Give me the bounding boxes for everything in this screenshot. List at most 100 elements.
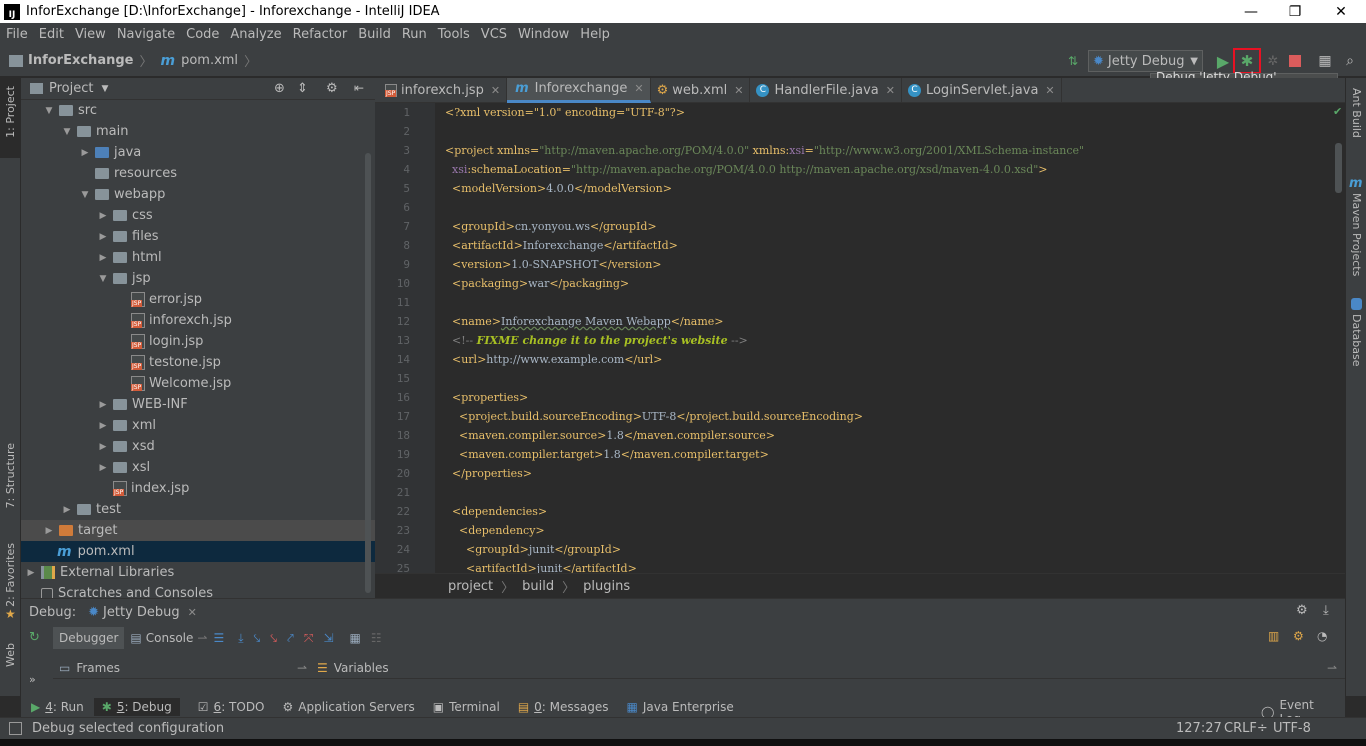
- collapse-arrow-icon[interactable]: ▶: [97, 421, 109, 431]
- hide-panel-icon[interactable]: ⇤: [354, 81, 364, 95]
- tree-node[interactable]: ▼ src: [21, 100, 375, 121]
- tab-debugger[interactable]: Debugger: [53, 627, 125, 649]
- tree-node[interactable]: ▼ main: [21, 121, 375, 142]
- editor-scrollbar[interactable]: ✔: [1330, 103, 1345, 573]
- collapse-arrow-icon[interactable]: ▶: [97, 400, 109, 410]
- tree-node[interactable]: ▶ target: [21, 520, 375, 541]
- close-tab-icon[interactable]: ✕: [734, 84, 743, 97]
- tree-node[interactable]: login.jsp: [21, 331, 375, 352]
- close-tab-icon[interactable]: ✕: [1045, 84, 1054, 97]
- crumb-plugins[interactable]: plugins: [583, 579, 630, 594]
- menu-vcs[interactable]: VCS: [475, 27, 512, 42]
- search-icon[interactable]: ⌕: [1339, 50, 1361, 72]
- close-tab-icon[interactable]: ✕: [491, 84, 500, 97]
- tool-windows-icon[interactable]: [9, 722, 22, 735]
- tree-node[interactable]: ▶ xsl: [21, 457, 375, 478]
- collapse-arrow-icon[interactable]: ▶: [97, 463, 109, 473]
- project-structure-icon[interactable]: ▦: [1314, 50, 1336, 72]
- close-button[interactable]: ✕: [1318, 0, 1364, 23]
- menu-edit[interactable]: Edit: [33, 27, 69, 42]
- minimize-button[interactable]: —: [1228, 0, 1274, 23]
- close-tab-icon[interactable]: ✕: [886, 84, 895, 97]
- coverage-icon[interactable]: ✲: [1262, 50, 1284, 72]
- tab-loginservlet-java[interactable]: C LoginServlet.java ✕: [902, 77, 1062, 103]
- collapse-arrow-icon[interactable]: ▶: [25, 568, 37, 578]
- chevron-down-icon[interactable]: ▼: [101, 84, 108, 94]
- line-separator[interactable]: CRLF÷: [1224, 721, 1268, 736]
- menu-run[interactable]: Run: [396, 27, 432, 42]
- tree-node[interactable]: index.jsp: [21, 478, 375, 499]
- structure-stripe-button[interactable]: 7: Structure: [4, 443, 17, 508]
- collapse-arrow-icon[interactable]: ▶: [79, 148, 91, 158]
- expand-arrow-icon[interactable]: ▼: [79, 190, 91, 200]
- step-over-icon[interactable]: ⤓: [238, 631, 243, 646]
- crumb-project[interactable]: project: [448, 579, 493, 594]
- menu-navigate[interactable]: Navigate: [111, 27, 180, 42]
- build-hammer-icon[interactable]: ⇅: [1062, 50, 1084, 72]
- tab-inforexchange[interactable]: m Inforexchange ✕: [507, 77, 651, 103]
- nav-file[interactable]: pom.xml: [181, 53, 238, 68]
- threads-icon[interactable]: ⚙: [1293, 629, 1304, 643]
- tree-node[interactable]: error.jsp: [21, 289, 375, 310]
- run-tool-button[interactable]: ▶ 4: Run: [31, 700, 84, 714]
- tree-node[interactable]: ▶ test: [21, 499, 375, 520]
- step-into-icon[interactable]: ⤥: [254, 631, 261, 646]
- nav-project[interactable]: InforExchange: [28, 53, 133, 68]
- tree-node[interactable]: testone.jsp: [21, 352, 375, 373]
- scroll-thumb[interactable]: [1335, 143, 1342, 193]
- tree-node[interactable]: ▶ External Libraries: [21, 562, 375, 583]
- stop-button[interactable]: [1284, 50, 1306, 72]
- settings-gear-icon[interactable]: ⚙: [1296, 603, 1308, 618]
- debug-tool-button[interactable]: ✱ 5: Debug: [93, 697, 180, 716]
- expand-icon[interactable]: »: [29, 673, 36, 686]
- project-panel-title[interactable]: Project: [49, 81, 93, 96]
- terminal-tool-button[interactable]: ▣ Terminal: [433, 700, 500, 714]
- tree-node[interactable]: ▶ files: [21, 226, 375, 247]
- ant-build-stripe-button[interactable]: Ant Build: [1350, 88, 1363, 138]
- hide-panel-icon[interactable]: ⤓: [1323, 603, 1329, 618]
- code-editor[interactable]: <?xml version="1.0" encoding="UTF-8"?> <…: [435, 103, 1330, 573]
- maximize-button[interactable]: ❐: [1272, 0, 1318, 23]
- tab-console[interactable]: Console: [146, 631, 194, 645]
- project-stripe-button[interactable]: 1: Project: [4, 86, 17, 138]
- run-configuration-select[interactable]: ✹ Jetty Debug ▼: [1088, 50, 1203, 72]
- restore-layout-icon[interactable]: ◔: [1317, 629, 1327, 643]
- tree-node[interactable]: ▼ jsp: [21, 268, 375, 289]
- web-stripe-button[interactable]: Web: [4, 643, 17, 667]
- evaluate-icon[interactable]: ▦: [350, 631, 361, 645]
- trace-icon[interactable]: ☷: [371, 631, 382, 645]
- show-execution-point-icon[interactable]: ☰: [213, 631, 224, 645]
- debug-config-tab[interactable]: Jetty Debug: [103, 605, 180, 620]
- collapse-arrow-icon[interactable]: ▶: [43, 526, 55, 536]
- tree-node[interactable]: resources: [21, 163, 375, 184]
- collapse-arrow-icon[interactable]: ▶: [61, 505, 73, 515]
- collapse-arrow-icon[interactable]: ▶: [97, 442, 109, 452]
- collapse-icon[interactable]: ⇕: [297, 81, 308, 96]
- database-stripe-button[interactable]: Database: [1350, 314, 1363, 367]
- menu-window[interactable]: Window: [512, 27, 574, 42]
- file-encoding[interactable]: UTF-8: [1273, 721, 1311, 736]
- tree-node[interactable]: ▶ html: [21, 247, 375, 268]
- force-step-into-icon[interactable]: ⤥: [270, 631, 277, 646]
- rerun-icon[interactable]: ↻: [29, 630, 40, 645]
- caret-position[interactable]: 127:27: [1176, 721, 1222, 736]
- settings-gear-icon[interactable]: ⚙: [326, 81, 338, 96]
- tree-node[interactable]: inforexch.jsp: [21, 310, 375, 331]
- expand-arrow-icon[interactable]: ▼: [43, 106, 55, 116]
- tree-scrollbar[interactable]: [365, 153, 371, 593]
- expand-arrow-icon[interactable]: ▼: [97, 274, 109, 284]
- tree-node[interactable]: ▶ WEB-INF: [21, 394, 375, 415]
- crumb-build[interactable]: build: [522, 579, 554, 594]
- tree-node[interactable]: m pom.xml: [21, 541, 375, 562]
- todo-tool-button[interactable]: ☑ 6: TODO: [198, 700, 265, 714]
- layout-icon[interactable]: ▥: [1268, 629, 1279, 643]
- menu-view[interactable]: View: [69, 27, 111, 42]
- menu-tools[interactable]: Tools: [432, 27, 475, 42]
- close-tab-icon[interactable]: ✕: [634, 82, 643, 95]
- menu-code[interactable]: Code: [180, 27, 224, 42]
- run-button[interactable]: ▶: [1212, 50, 1234, 72]
- collapse-arrow-icon[interactable]: ▶: [97, 211, 109, 221]
- collapse-arrow-icon[interactable]: ▶: [97, 253, 109, 263]
- messages-tool-button[interactable]: ▤ 0: Messages: [518, 700, 609, 714]
- tree-node[interactable]: ▶ xml: [21, 415, 375, 436]
